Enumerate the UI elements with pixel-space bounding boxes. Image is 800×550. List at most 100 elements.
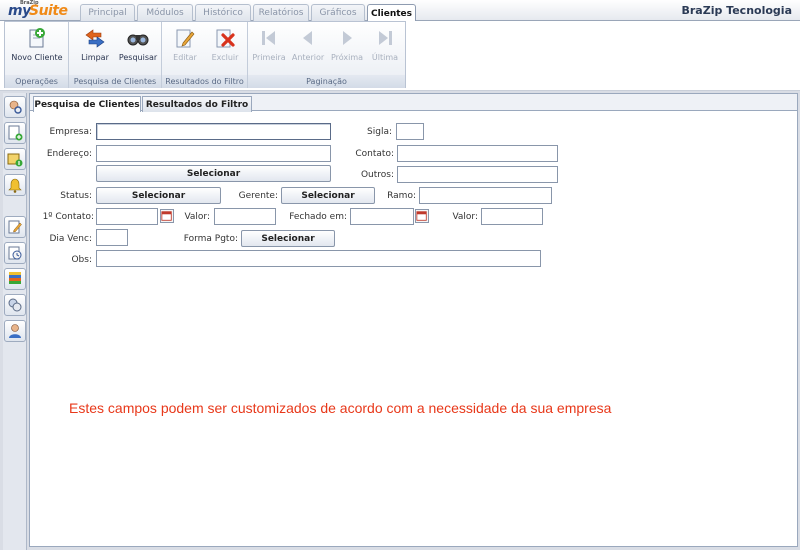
endereco-label: Endereço: [46,149,92,159]
group-operacoes: Novo Cliente Operações [5,22,69,88]
limpar-label: Limpar [81,53,109,62]
tab-resultados-filtro[interactable]: Resultados do Filtro [142,96,252,112]
left-sidebar [3,93,27,550]
anterior-label: Anterior [291,53,325,62]
primeiro-contato-calendar-button[interactable] [160,209,174,223]
bell-icon [8,178,22,193]
mysuite-logo: BraZip my Suite [6,0,72,21]
limpar-button[interactable]: Limpar [75,26,115,62]
forma-pgto-selecionar-button[interactable]: Selecionar [241,230,335,247]
tab-clientes[interactable]: Clientes [367,4,416,22]
fechado-em-input[interactable] [350,208,414,225]
sigla-label: Sigla: [367,127,392,137]
inner-tabs: Pesquisa de Clientes Resultados do Filtr… [30,94,797,112]
sidebar-history-button[interactable] [4,242,26,264]
first-page-icon [262,31,275,45]
outros-label: Outros: [360,170,394,180]
sidebar-schedule-add-button[interactable] [4,148,26,170]
ultima-label: Última [371,53,399,62]
group-paginacao: Primeira Anterior Próxima Última Paginaç… [248,22,405,88]
tab-pesquisa-clientes[interactable]: Pesquisa de Clientes [33,96,141,112]
sidebar-edit-notes-button[interactable] [4,216,26,238]
dia-venc-input[interactable] [96,229,128,246]
novo-cliente-button[interactable]: Novo Cliente [9,26,65,62]
contato-input[interactable] [397,145,558,162]
obs-label: Obs: [71,255,92,265]
calendar-icon [161,211,172,221]
company-name: BraZip Tecnologia [681,4,793,17]
group-label-pesquisa: Pesquisa de Clientes [69,75,161,88]
excluir-button[interactable]: Excluir [206,26,244,62]
edit-pencil-icon [176,29,195,48]
ultima-button[interactable]: Última [368,26,402,62]
ramo-label: Ramo: [387,191,416,201]
last-page-icon [379,31,392,45]
forma-pgto-label: Forma Pgto: [183,234,238,244]
empresa-input[interactable] [96,123,331,140]
pesquisar-button[interactable]: Pesquisar [117,26,159,62]
primeiro-contato-label: 1º Contato: [42,212,94,222]
sidebar-clients-search-button[interactable] [4,96,26,118]
top-bar: BraZip my Suite Principal Módulos Histór… [0,0,800,22]
calendar-add-icon [7,153,23,167]
main-panel: Pesquisa de Clientes Resultados do Filtr… [29,93,798,547]
clock-document-icon [8,246,22,260]
sigla-input[interactable] [396,123,424,140]
user-search-icon [9,100,22,114]
tab-principal[interactable]: Principal [80,4,135,21]
endereco-selecionar-button[interactable]: Selecionar [96,165,331,182]
obs-input[interactable] [96,250,541,267]
books-stack-icon [9,272,21,284]
sidebar-user-profile-button[interactable] [4,320,26,342]
tab-relatorios[interactable]: Relatórios [253,4,309,21]
empresa-label: Empresa: [49,127,92,137]
status-selecionar-button[interactable]: Selecionar [96,187,221,204]
logo-my-text: my [8,3,31,19]
status-label: Status: [60,191,92,201]
proxima-button[interactable]: Próxima [329,26,365,62]
sidebar-new-record-button[interactable] [4,122,26,144]
sidebar-reports-button[interactable] [4,268,26,290]
outros-input[interactable] [397,166,558,183]
fechado-em-label: Fechado em: [289,212,347,222]
clear-arrows-icon [85,29,105,48]
proxima-label: Próxima [330,53,364,62]
group-pesquisa: Limpar Pesquisar Pesquisa de Clientes [69,22,162,88]
editar-label: Editar [173,53,197,62]
document-add-icon [8,125,23,141]
ramo-input[interactable] [419,187,552,204]
notepad-edit-icon [8,220,22,234]
contato-label: Contato: [355,149,394,159]
editar-button[interactable]: Editar [166,26,204,62]
delete-x-icon [216,29,235,48]
previous-page-icon [303,31,312,45]
excluir-label: Excluir [211,53,239,62]
chat-bubbles-icon [8,298,22,312]
logo-suite-text: Suite [29,3,68,19]
calendar-icon [416,211,427,221]
tab-modulos[interactable]: Módulos [137,4,193,21]
valor1-label: Valor: [184,212,210,222]
tab-historico[interactable]: Histórico [195,4,251,21]
primeira-button[interactable]: Primeira [252,26,286,62]
sidebar-alerts-button[interactable] [4,174,26,196]
tab-graficos[interactable]: Gráficos [311,4,365,21]
anterior-button[interactable]: Anterior [290,26,326,62]
binoculars-icon [127,34,149,46]
new-document-icon [29,28,45,48]
sidebar-chat-button[interactable] [4,294,26,316]
primeiro-contato-input[interactable] [96,208,158,225]
main-tabs: Principal Módulos Histórico Relatórios G… [80,4,418,22]
valor2-input[interactable] [481,208,543,225]
dia-venc-label: Dia Venc: [49,234,93,244]
group-label-resultados: Resultados do Filtro [162,75,247,88]
gerente-selecionar-button[interactable]: Selecionar [281,187,375,204]
next-page-icon [343,31,352,45]
group-label-paginacao: Paginação [248,75,405,88]
valor2-label: Valor: [452,212,478,222]
endereco-input[interactable] [96,145,331,162]
customization-note: Estes campos podem ser customizados de a… [69,400,612,416]
valor1-input[interactable] [214,208,276,225]
fechado-em-calendar-button[interactable] [415,209,429,223]
primeira-label: Primeira [252,53,286,62]
